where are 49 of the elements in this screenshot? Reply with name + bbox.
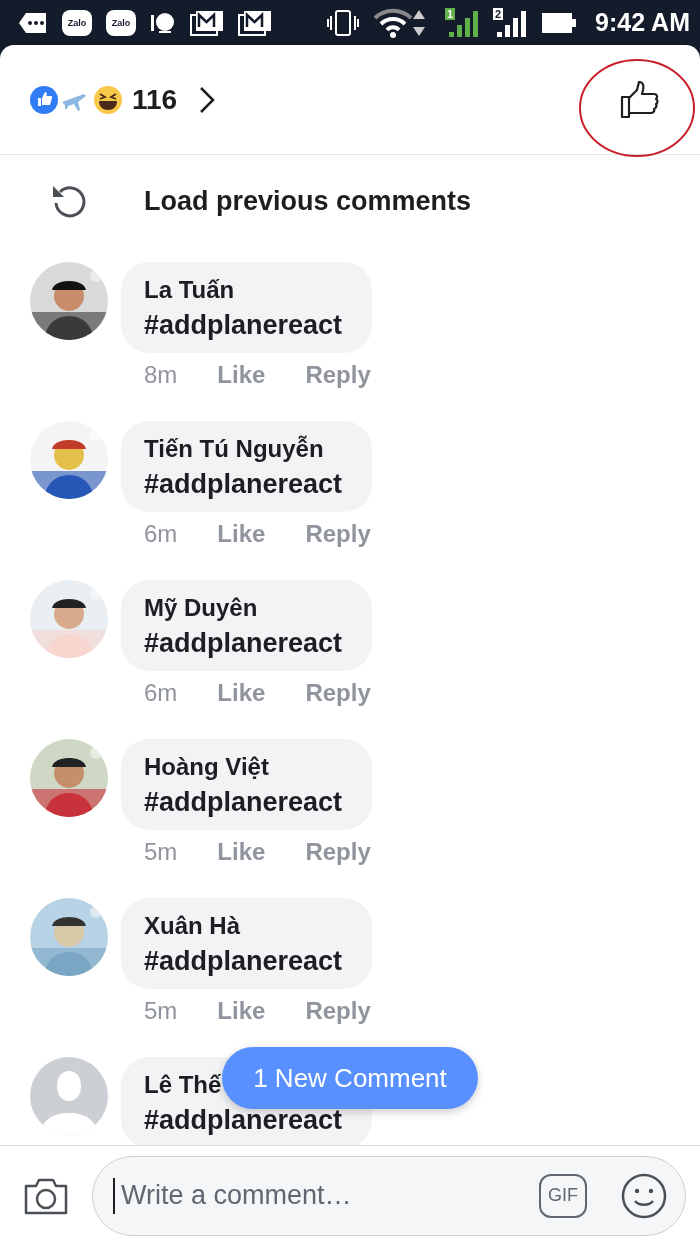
- commenter-name[interactable]: Lê Thế: [144, 1071, 222, 1099]
- like-link[interactable]: Like: [217, 679, 266, 707]
- comment-field[interactable]: Write a comment… GIF: [92, 1155, 686, 1236]
- chat-app-icon: Zalo: [62, 9, 92, 36]
- gif-button[interactable]: GIF: [539, 1173, 587, 1218]
- reactions-icon[interactable]: [30, 84, 124, 115]
- mail-icon: [238, 9, 272, 36]
- chat-app-icon: Zalo: [106, 9, 136, 36]
- comment-text: #addplanereact: [144, 787, 343, 818]
- vibrate-icon: [327, 9, 360, 36]
- reply-link[interactable]: Reply: [305, 997, 371, 1025]
- reply-link[interactable]: Reply: [305, 838, 371, 866]
- reply-link[interactable]: Reply: [305, 361, 371, 389]
- chevron-right-icon[interactable]: [199, 85, 216, 114]
- commenter-name[interactable]: Mỹ Duyên: [144, 594, 258, 622]
- like-link[interactable]: Like: [217, 520, 266, 548]
- comment-time: 8m: [144, 361, 178, 389]
- mail-icon: [190, 9, 224, 36]
- reply-link[interactable]: Reply: [305, 679, 371, 707]
- like-link[interactable]: Like: [217, 361, 266, 389]
- new-comment-toast[interactable]: 1 New Comment: [222, 1047, 478, 1109]
- commenter-name[interactable]: Hoàng Việt: [144, 753, 269, 781]
- commenter-name[interactable]: Xuân Hà: [144, 912, 241, 940]
- thumbs-up-icon[interactable]: [620, 80, 660, 119]
- comment-time: 6m: [144, 520, 178, 548]
- text-cursor: [113, 1177, 115, 1214]
- smiley-icon[interactable]: [621, 1172, 667, 1219]
- load-previous-link[interactable]: Load previous comments: [144, 185, 472, 217]
- sim-number: 1: [445, 7, 456, 20]
- comment-text: #addplanereact: [144, 469, 343, 500]
- chat-bubble-icon: [150, 10, 176, 35]
- camera-icon[interactable]: [24, 1176, 68, 1215]
- battery-icon: [541, 10, 578, 35]
- more-icon: [18, 11, 48, 34]
- comment-text: #addplanereact: [144, 310, 343, 341]
- reply-link[interactable]: Reply: [305, 520, 371, 548]
- comment-time: 6m: [144, 679, 178, 707]
- clock-time: 9:42 AM: [595, 8, 690, 37]
- comment-time: 5m: [144, 997, 178, 1025]
- like-link[interactable]: Like: [217, 997, 266, 1025]
- commenter-name[interactable]: La Tuấn: [144, 276, 235, 304]
- reaction-count[interactable]: 116: [132, 83, 178, 116]
- reload-icon[interactable]: [50, 183, 88, 219]
- commenter-name[interactable]: Tiến Tú Nguyễn: [144, 435, 324, 463]
- comment-text: #addplanereact: [144, 628, 343, 659]
- comment-time: 5m: [144, 838, 178, 866]
- like-link[interactable]: Like: [217, 838, 266, 866]
- comment-text: #addplanereact: [144, 946, 343, 977]
- sim-number: 2: [493, 7, 504, 20]
